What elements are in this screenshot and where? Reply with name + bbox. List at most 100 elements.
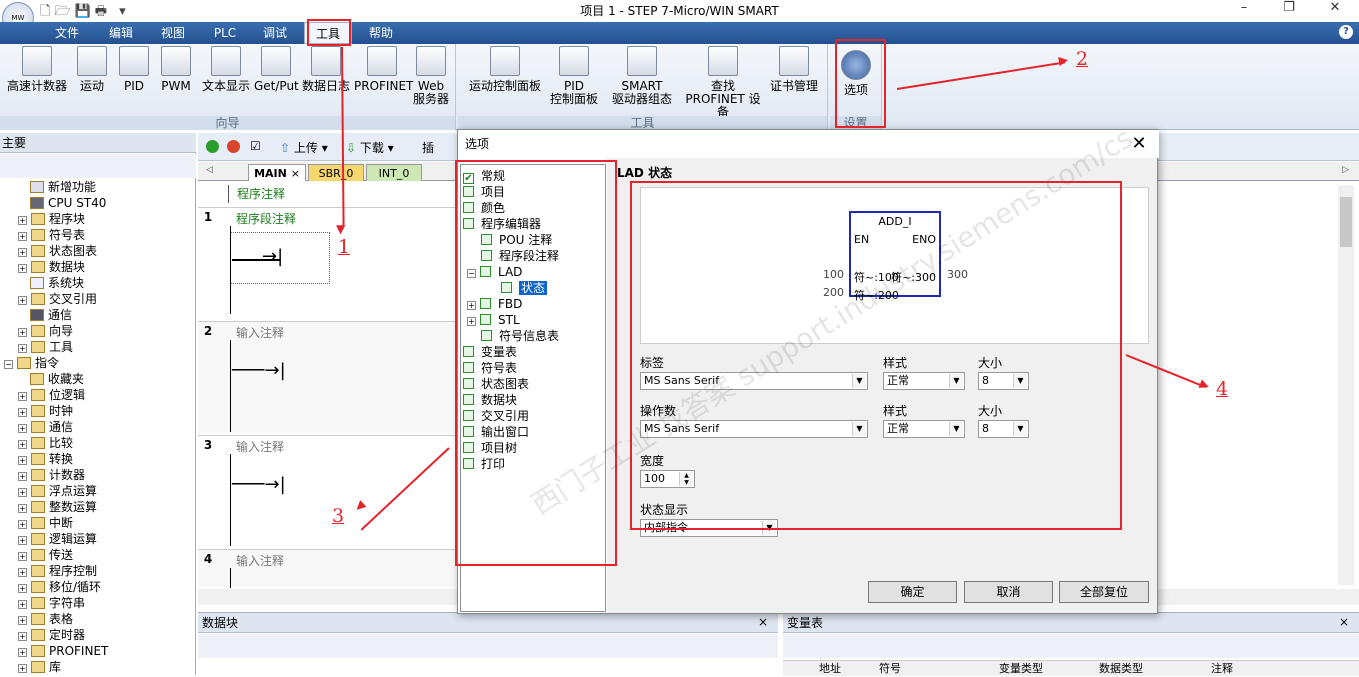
tab-int0[interactable]: INT_0 xyxy=(366,164,422,181)
motion-panel-button[interactable]: 运动控制面板 xyxy=(464,46,546,93)
close-tab-icon[interactable]: × xyxy=(291,167,300,180)
wizard-icon xyxy=(31,325,45,337)
tree-item-symbol-table[interactable]: + 符号表 xyxy=(4,227,178,243)
data-block-toolbar[interactable] xyxy=(198,634,778,658)
web-server-wizard-button[interactable]: Web 服务器 xyxy=(410,46,452,106)
find-profinet-button[interactable]: 查找 PROFINET 设备 xyxy=(682,46,764,119)
folder-icon xyxy=(31,229,45,241)
tree-item-counters[interactable]: + 计数器 xyxy=(4,467,178,483)
menu-edit[interactable]: 编辑 xyxy=(98,22,144,44)
tree-item-communication[interactable]: 通信 xyxy=(4,307,178,323)
compile-icon[interactable]: ☑ xyxy=(250,139,261,153)
network-2[interactable]: 2 输入注释 ───→| xyxy=(198,321,456,433)
tab-main[interactable]: MAIN × xyxy=(248,164,306,181)
scrollbar-thumb[interactable] xyxy=(1340,197,1352,247)
tree-item-wizards[interactable]: + 向导 xyxy=(4,323,178,339)
tree-item-program-control[interactable]: + 程序控制 xyxy=(4,563,178,579)
tab-sbr0[interactable]: SBR_0 xyxy=(308,164,364,181)
title-bar: MW 🗋🗁💾🖶 ▾ 项目 1 - STEP 7-Micro/WIN SMART … xyxy=(0,0,1359,34)
upload-button[interactable]: ⇧ 上传 ▾ xyxy=(280,139,328,156)
tree-item-convert[interactable]: + 转换 xyxy=(4,451,178,467)
network-3[interactable]: 3 输入注释 ───→| xyxy=(198,435,456,547)
minimize-button[interactable]: – xyxy=(1221,0,1267,18)
certificate-manager-button[interactable]: 证书管理 xyxy=(764,46,824,93)
getput-icon xyxy=(261,46,291,76)
getput-wizard-button[interactable]: Get/Put xyxy=(254,46,299,93)
stop-icon[interactable] xyxy=(227,140,240,153)
insert-button[interactable]: 插 xyxy=(422,139,434,156)
tree-item-data-block[interactable]: + 数据块 xyxy=(4,259,178,275)
tree-item-favorites[interactable]: 收藏夹 xyxy=(4,371,178,387)
annotation-box-category-tree xyxy=(455,160,617,566)
download-button[interactable]: ⇩ 下载 ▾ xyxy=(346,139,394,156)
tab-scroll-right-icon[interactable]: ▷ xyxy=(1342,165,1349,175)
menu-plc[interactable]: PLC xyxy=(202,22,248,44)
tree-item-status-chart[interactable]: + 状态图表 xyxy=(4,243,178,259)
tree-item-move[interactable]: + 传送 xyxy=(4,547,178,563)
group-label-tools: 工具 xyxy=(458,116,827,130)
project-tree-toolbar[interactable] xyxy=(0,154,196,178)
datalog-wizard-button[interactable]: 数据日志 xyxy=(298,46,354,93)
variable-table-pane: 变量表 × 地址 符号 变量类型 数据类型 注释 xyxy=(783,612,1359,676)
run-icon[interactable] xyxy=(206,140,219,153)
help-icon[interactable]: ? xyxy=(1339,25,1353,39)
menu-help[interactable]: 帮助 xyxy=(358,22,404,44)
cpu-icon xyxy=(30,197,44,209)
network-1[interactable]: 1 程序段注释 →| xyxy=(198,207,456,319)
tree-item-cross-reference[interactable]: + 交叉引用 xyxy=(4,291,178,307)
shift-rotate-icon xyxy=(31,581,45,593)
tree-item-instructions[interactable]: − 指令 xyxy=(4,355,178,371)
menu-file[interactable]: 文件 xyxy=(44,22,90,44)
tree-item-shift-rotate[interactable]: + 移位/循环 xyxy=(4,579,178,595)
tree-item-logic-ops[interactable]: + 逻辑运算 xyxy=(4,531,178,547)
ok-button[interactable]: 确定 xyxy=(868,581,957,603)
tree-item-timers[interactable]: + 定时器 xyxy=(4,627,178,643)
hsc-wizard-button[interactable]: 高速计数器 xyxy=(2,46,72,93)
menu-debug[interactable]: 调试 xyxy=(252,22,298,44)
tab-scroll-left-icon[interactable]: ◁ xyxy=(206,165,213,175)
pwm-wizard-button[interactable]: PWM xyxy=(157,46,195,93)
reset-all-button[interactable]: 全部复位 xyxy=(1059,581,1149,603)
tree-item-library[interactable]: + 库 xyxy=(4,659,178,675)
network-number: 2 xyxy=(203,324,213,338)
tree-item-interrupt[interactable]: + 中断 xyxy=(4,515,178,531)
network-4[interactable]: 4 输入注释 xyxy=(198,549,456,588)
rung-arrow-icon: →| xyxy=(262,246,284,267)
tree-item-program-block[interactable]: + 程序块 xyxy=(4,211,178,227)
text-display-wizard-button[interactable]: 文本显示 xyxy=(198,46,254,93)
bit-logic-icon xyxy=(31,389,45,401)
tree-item-profinet[interactable]: + PROFINET xyxy=(4,643,178,659)
tree-item-string[interactable]: + 字符串 xyxy=(4,595,178,611)
menu-view[interactable]: 视图 xyxy=(150,22,196,44)
network-comment[interactable]: 输入注释 xyxy=(236,324,284,341)
motion-wizard-button[interactable]: 运动 xyxy=(72,46,112,93)
tree-item-bit-logic[interactable]: + 位逻辑 xyxy=(4,387,178,403)
editor-vertical-scrollbar[interactable] xyxy=(1338,185,1354,585)
program-comment[interactable]: 程序注释 xyxy=(228,185,285,203)
network-comment[interactable]: 程序段注释 xyxy=(236,210,296,227)
profinet-wizard-button[interactable]: PROFINET xyxy=(354,46,413,93)
motion-icon xyxy=(77,46,107,76)
close-pane-icon[interactable]: × xyxy=(758,615,768,629)
variable-table-toolbar[interactable] xyxy=(783,634,1359,658)
tree-item-table[interactable]: + 表格 xyxy=(4,611,178,627)
pid-wizard-button[interactable]: PID xyxy=(115,46,153,93)
pid-panel-button[interactable]: PID 控制面板 xyxy=(546,46,602,106)
tree-item-int-math[interactable]: + 整数运算 xyxy=(4,499,178,515)
ribbon-group-tools: 运动控制面板 PID 控制面板 SMART 驱动器组态 查找 PROFINET … xyxy=(458,44,828,130)
restore-button[interactable]: ❐ xyxy=(1266,0,1312,18)
network-comment[interactable]: 输入注释 xyxy=(236,552,284,569)
tree-item-system-block[interactable]: 系统块 xyxy=(4,275,178,291)
cancel-button[interactable]: 取消 xyxy=(964,581,1053,603)
tree-item-communication-instr[interactable]: + 通信 xyxy=(4,419,178,435)
tree-item-tools[interactable]: + 工具 xyxy=(4,339,178,355)
close-window-button[interactable]: ✕ xyxy=(1312,0,1358,18)
smart-drive-button[interactable]: SMART 驱动器组态 xyxy=(604,46,680,106)
tree-item-float-math[interactable]: + 浮点运算 xyxy=(4,483,178,499)
tree-item-cpu[interactable]: CPU ST40 xyxy=(4,195,178,211)
tree-item-compare[interactable]: + 比较 xyxy=(4,435,178,451)
tree-item-new-features[interactable]: 新增功能 xyxy=(4,179,178,195)
close-pane-icon[interactable]: × xyxy=(1339,615,1349,629)
network-comment[interactable]: 输入注释 xyxy=(236,438,284,455)
tree-item-clock[interactable]: + 时钟 xyxy=(4,403,178,419)
